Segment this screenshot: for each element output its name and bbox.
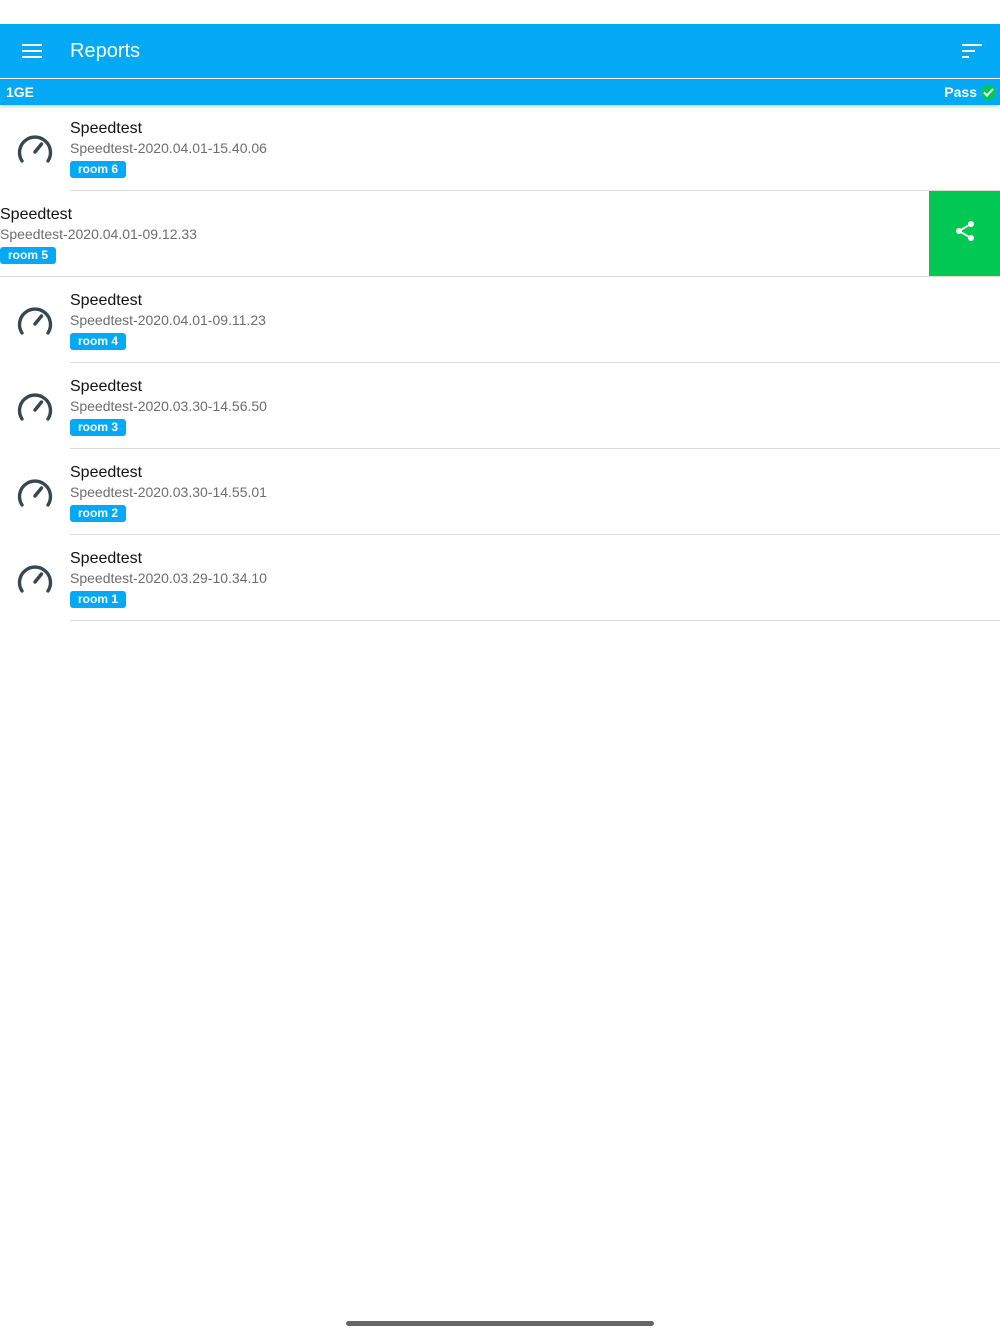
speedometer-icon [16,302,54,338]
row-divider [70,620,1000,621]
speedometer-icon [16,560,54,596]
reports-screen: Reports 1GE Pass Speedtest Speedtest-2020… [0,0,1000,1334]
report-text: Speedtest Speedtest-2020.04.01-09.11.23 ro… [70,291,266,350]
sort-button[interactable] [954,33,990,69]
app-bar: Reports [0,24,1000,78]
share-button[interactable] [929,191,1000,276]
speedometer-icon [16,130,54,166]
check-icon [981,84,996,100]
room-tag: room 2 [70,505,127,522]
report-title: Speedtest [70,464,143,481]
status-bar: 1GE Pass [0,79,1000,105]
report-text: Speedtest Speedtest-2020.04.01-09.12.33 ro… [0,205,197,264]
room-tag: room 3 [70,419,127,436]
report-filename: Speedtest-2020.04.01-15.40.06 [70,140,267,156]
page-title: Reports [70,40,141,62]
sort-filter-icon [962,44,982,58]
speedometer-icon [16,474,54,510]
report-filename: Speedtest-2020.04.01-09.11.23 [70,312,266,328]
hamburger-menu-icon [22,44,42,58]
report-text: Speedtest Speedtest-2020.03.30-14.55.01 ro… [70,463,267,522]
report-title: Speedtest [0,206,73,223]
room-tag: room 4 [70,333,127,350]
report-filename: Speedtest-2020.03.30-14.56.50 [70,398,267,414]
report-text: Speedtest Speedtest-2020.03.30-14.56.50 ro… [70,377,267,436]
home-indicator[interactable] [346,1321,654,1326]
report-title: Speedtest [70,550,143,567]
menu-button[interactable] [14,33,50,69]
report-filename: Speedtest-2020.03.30-14.55.01 [70,484,267,500]
report-row[interactable]: Speedtest Speedtest-2020.03.29-10.34.10 ro… [0,535,1000,621]
pass-status: Pass [944,79,996,105]
pass-label: Pass [944,84,977,100]
report-filename: Speedtest-2020.04.01-09.12.33 [0,226,197,242]
room-tag: room 1 [70,591,127,608]
report-filename: Speedtest-2020.03.29-10.34.10 [70,570,267,586]
report-title: Speedtest [70,378,143,395]
report-title: Speedtest [70,120,143,137]
report-row[interactable]: Speedtest Speedtest-2020.04.01-09.11.23 ro… [0,277,1000,363]
speedometer-icon [16,388,54,424]
report-row[interactable]: Speedtest Speedtest-2020.03.30-14.55.01 ro… [0,449,1000,535]
share-icon [955,220,975,247]
room-tag: room 5 [0,247,57,264]
room-tag: room 6 [70,161,127,178]
report-list: Speedtest Speedtest-2020.04.01-15.40.06 ro… [0,105,1000,621]
report-row[interactable]: Speedtest Speedtest-2020.03.30-14.56.50 ro… [0,363,1000,449]
report-title: Speedtest [70,292,143,309]
interface-label: 1GE [6,84,35,100]
report-text: Speedtest Speedtest-2020.04.01-15.40.06 ro… [70,119,267,178]
report-text: Speedtest Speedtest-2020.03.29-10.34.10 ro… [70,549,267,608]
report-row[interactable]: Speedtest Speedtest-2020.04.01-15.40.06 ro… [0,105,1000,191]
report-row[interactable]: Speedtest Speedtest-2020.04.01-09.12.33 ro… [0,191,1000,277]
